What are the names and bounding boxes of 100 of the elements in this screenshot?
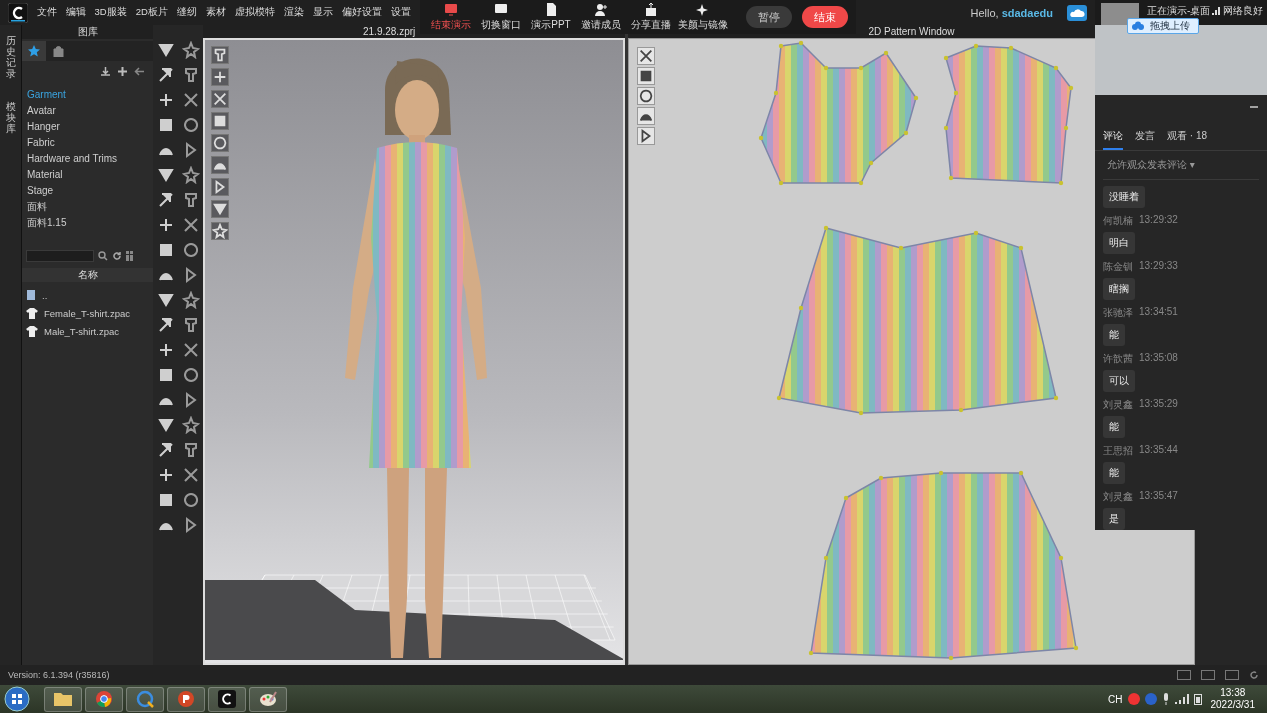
menu-item[interactable]: 偏好设置: [337, 6, 387, 19]
menu-item[interactable]: 编辑: [61, 6, 90, 19]
screen-icon: [444, 2, 458, 16]
library-item[interactable]: Avatar: [22, 103, 153, 119]
tool-icon[interactable]: [181, 40, 200, 59]
add-icon[interactable]: [117, 66, 128, 77]
tool-icon[interactable]: [211, 112, 229, 130]
library-item[interactable]: 面料: [22, 199, 153, 215]
3d-viewport[interactable]: [203, 38, 625, 665]
author-name: 刘灵鑫: [1103, 398, 1133, 412]
pause-button[interactable]: 暂停: [746, 6, 792, 28]
author-name: 陈金钏: [1103, 260, 1133, 274]
library-item[interactable]: 面料1.15: [22, 215, 153, 231]
add-person-icon: [594, 2, 608, 16]
view-mode-icon[interactable]: [1201, 670, 1215, 680]
tool-icon[interactable]: [181, 115, 200, 134]
app-logo-icon: [218, 690, 236, 708]
status-text: 正在演示-桌面: [1147, 4, 1211, 18]
file-item[interactable]: ..: [22, 286, 153, 304]
comment-bubble: 可以: [1103, 370, 1135, 392]
tool-icon[interactable]: [637, 127, 655, 145]
cloud-icon: [1131, 21, 1145, 31]
tool-icon[interactable]: [211, 178, 229, 196]
tool-icon[interactable]: [211, 200, 229, 218]
signal-icon[interactable]: [1174, 694, 1189, 704]
presentation-app-icon: [177, 690, 195, 708]
tool-icon[interactable]: [181, 365, 200, 384]
menu-item[interactable]: 显示: [308, 6, 338, 19]
comment-filter-dropdown[interactable]: 允许观众发表评论 ▾: [1103, 151, 1259, 180]
comment-bubble: 明白: [1103, 232, 1135, 254]
comment-tab[interactable]: 发言: [1135, 125, 1155, 150]
language-indicator[interactable]: CH: [1108, 693, 1123, 705]
document-icon: [544, 2, 558, 16]
layout-icon[interactable]: [1177, 670, 1191, 680]
tool-icon[interactable]: [637, 47, 655, 65]
tool-icon[interactable]: [211, 222, 229, 240]
tool-icon[interactable]: [181, 290, 200, 309]
taskbar-app[interactable]: [85, 686, 123, 712]
folder-icon: [26, 289, 36, 301]
menu-item[interactable]: 渲染: [279, 6, 309, 19]
tool-icon[interactable]: [637, 67, 655, 85]
library-item[interactable]: Hanger: [22, 119, 153, 135]
library-item[interactable]: Stage: [22, 183, 153, 199]
file-item[interactable]: Male_T-shirt.zpac: [22, 322, 153, 340]
refresh-icon[interactable]: [112, 251, 122, 261]
tool-icon[interactable]: [637, 87, 655, 105]
taskbar-app[interactable]: [249, 686, 287, 712]
menu-item[interactable]: 素材: [201, 6, 231, 19]
view-mode-icon[interactable]: [1225, 670, 1239, 680]
back-icon[interactable]: [134, 66, 145, 77]
tool-icon[interactable]: [181, 215, 200, 234]
file-item[interactable]: Female_T-shirt.zpac: [22, 304, 153, 322]
end-button[interactable]: 结束: [802, 6, 848, 28]
author-name: 许歆茜: [1103, 352, 1133, 366]
menu-item[interactable]: 2D板片: [131, 6, 173, 19]
tool-icon[interactable]: [211, 46, 229, 64]
refresh-icon[interactable]: [1249, 670, 1259, 680]
tool-icon[interactable]: [181, 240, 200, 259]
comment-tab[interactable]: 评论: [1103, 125, 1123, 150]
tool-icon[interactable]: [211, 134, 229, 152]
tool-icon[interactable]: [637, 107, 655, 125]
tool-icon[interactable]: [211, 90, 229, 108]
side-tab[interactable]: 历史记录: [5, 35, 16, 79]
menu-item[interactable]: 缝纫: [172, 6, 202, 19]
message-time: 13:29:33: [1139, 260, 1178, 273]
menu-item[interactable]: 3D服装: [90, 6, 132, 19]
tool-icon[interactable]: [181, 465, 200, 484]
tool-icon[interactable]: [181, 340, 200, 359]
menu-item[interactable]: 设置: [386, 6, 416, 19]
battery-icon[interactable]: [1193, 693, 1202, 705]
tool-icon[interactable]: [181, 90, 200, 109]
tool-icon[interactable]: [181, 415, 200, 434]
taskbar-app[interactable]: [208, 686, 246, 712]
tray-icon[interactable]: [1127, 693, 1140, 705]
cloud-icon[interactable]: [1067, 4, 1087, 21]
comment-tab[interactable]: 观看 · 18: [1167, 125, 1207, 150]
search-field[interactable]: [26, 250, 94, 262]
menu-item[interactable]: 文件: [32, 6, 61, 19]
library-item[interactable]: Garment: [22, 87, 153, 103]
microphone-icon[interactable]: [1161, 693, 1170, 705]
tool-icon[interactable]: [211, 68, 229, 86]
library-item[interactable]: Hardware and Trims: [22, 151, 153, 167]
author-name: 张驰泽: [1103, 306, 1133, 320]
network-status: 网络良好: [1212, 4, 1263, 18]
upload-button[interactable]: 拖拽上传: [1127, 18, 1199, 34]
download-icon[interactable]: [100, 66, 111, 77]
start-button[interactable]: [4, 686, 30, 712]
side-tab[interactable]: 模块库: [5, 101, 16, 134]
app-logo-icon[interactable]: [8, 2, 28, 23]
library-item[interactable]: Fabric: [22, 135, 153, 151]
search-icon[interactable]: [98, 251, 108, 261]
library-item[interactable]: Material: [22, 167, 153, 183]
taskbar-app[interactable]: [167, 686, 205, 712]
library-tab[interactable]: [22, 41, 46, 61]
tool-icon[interactable]: [181, 490, 200, 509]
clock[interactable]: 13:38 2022/3/31: [1210, 687, 1255, 711]
menu-item[interactable]: 虚拟模特: [230, 6, 280, 19]
tool-icon[interactable]: [211, 156, 229, 174]
grid-view-icon[interactable]: [126, 251, 136, 261]
tool-icon[interactable]: [181, 165, 200, 184]
